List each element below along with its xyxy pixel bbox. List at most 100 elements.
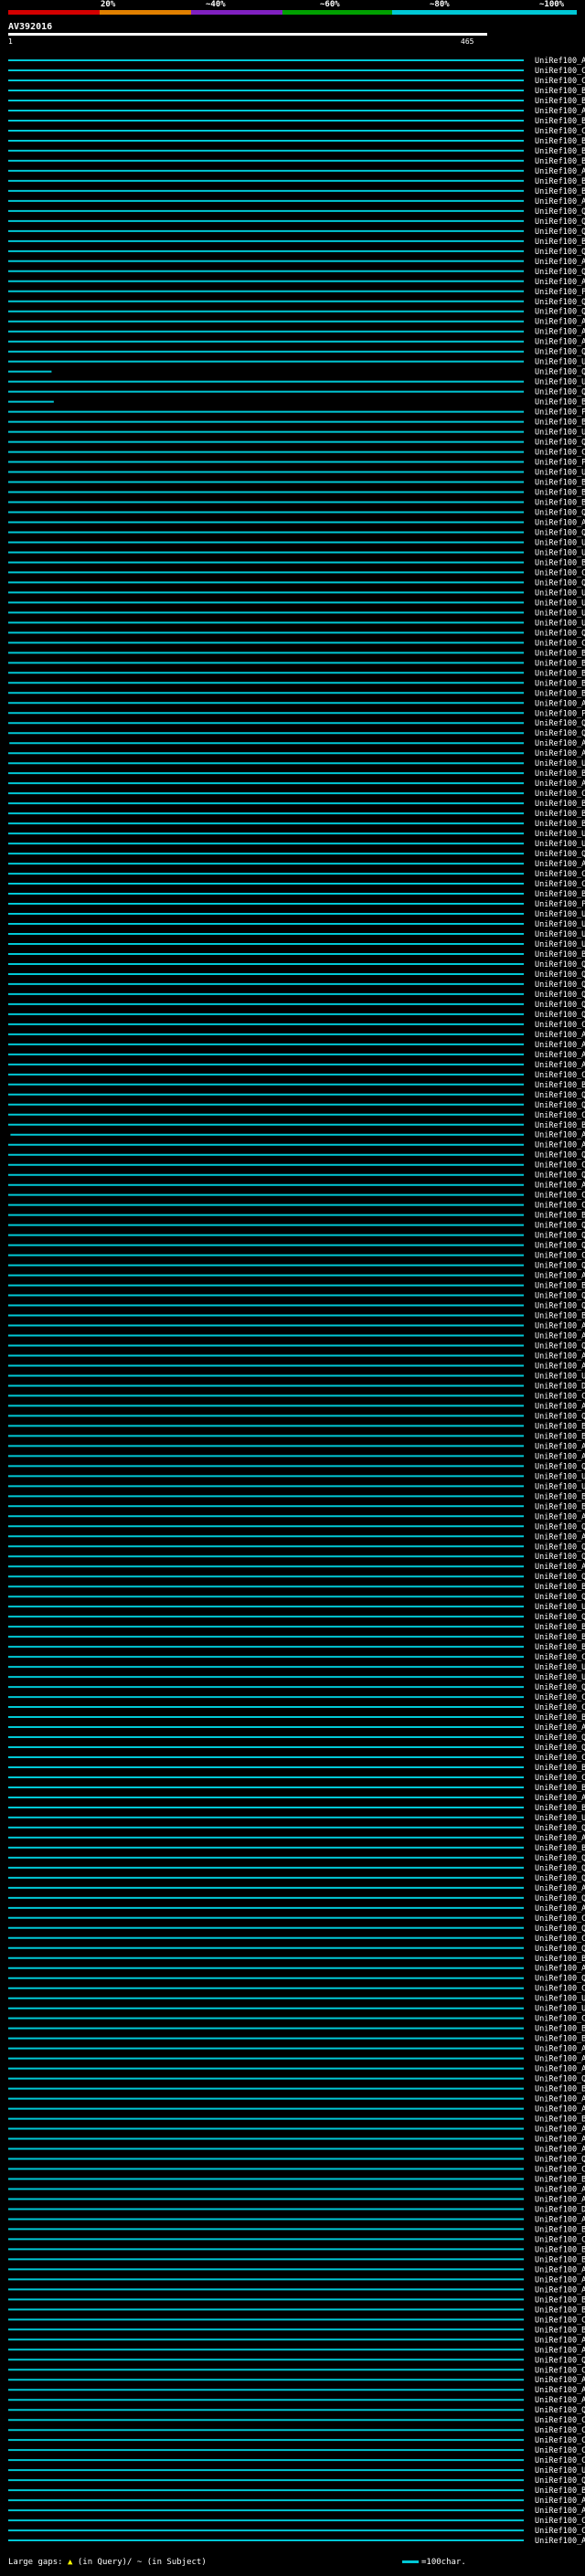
hit-label-105[interactable]: UniRef100_C5IFR3: [535, 1111, 585, 1120]
hit-label-185[interactable]: UniRef100_C9NV43: [535, 1914, 585, 1924]
hit-label-52[interactable]: UniRef100_Q2GJ41: [535, 578, 585, 588]
hit-label-112[interactable]: UniRef100_A7ZLY9: [535, 1182, 585, 1191]
hit-label-103[interactable]: UniRef100_Q4UL88: [535, 1091, 585, 1100]
hit-label-247[interactable]: UniRef100_A3DRU7: [535, 2537, 585, 2546]
hit-label-129[interactable]: UniRef100_A6DYV2: [535, 1352, 585, 1361]
hit-label-144[interactable]: UniRef100_B3S873: [535, 1502, 585, 1511]
hit-label-55[interactable]: UniRef100_UP1000...: [535, 609, 585, 618]
hit-label-183[interactable]: UniRef100_Q1VVP2: [535, 1894, 585, 1903]
hit-label-8[interactable]: UniRef100_B3R9L91: [535, 137, 585, 146]
hit-label-48[interactable]: UniRef100_UP1000...: [535, 538, 585, 547]
hit-label-133[interactable]: UniRef100_C3AWD2: [535, 1392, 585, 1401]
hit-label-128[interactable]: UniRef100_Q2S3Z1: [535, 1341, 585, 1351]
hit-label-17[interactable]: UniRef100_Q5ZCE8: [535, 228, 585, 237]
hit-label-97[interactable]: UniRef100_A9S6U1: [535, 1031, 585, 1040]
hit-label-137[interactable]: UniRef100_B0SNN1: [535, 1432, 585, 1441]
hit-label-182[interactable]: UniRef100_A2E5S7: [535, 1884, 585, 1893]
hit-label-46[interactable]: UniRef100_A6X044: [535, 518, 585, 527]
hit-label-228[interactable]: UniRef100_A1RIT4: [535, 2346, 585, 2355]
hit-label-3[interactable]: UniRef100_B9I427: [535, 87, 585, 96]
hit-label-28[interactable]: UniRef100_A9TPQ0: [535, 338, 585, 347]
hit-label-130[interactable]: UniRef100_A3WLJ6: [535, 1362, 585, 1371]
hit-label-181[interactable]: UniRef100_Q0VPF8: [535, 1874, 585, 1883]
hit-label-153[interactable]: UniRef100_Q6C4S9: [535, 1593, 585, 1602]
hit-label-139[interactable]: UniRef100_A6FLU1: [535, 1452, 585, 1461]
hit-label-165[interactable]: UniRef100_B5K330: [535, 1713, 585, 1723]
hit-label-134[interactable]: UniRef100_A6TIN1: [535, 1402, 585, 1411]
hit-label-232[interactable]: UniRef100_A1AZH6: [535, 2386, 585, 2395]
hit-label-76[interactable]: UniRef100_B3NFY4: [535, 820, 585, 829]
hit-label-72[interactable]: UniRef100_A6Y9B4: [535, 779, 585, 789]
hit-label-188[interactable]: UniRef100_Q1ZM64: [535, 1945, 585, 1954]
hit-label-19[interactable]: UniRef100_Q8GT09: [535, 248, 585, 257]
hit-label-44[interactable]: UniRef100_B8GYZ2: [535, 499, 585, 508]
hit-label-113[interactable]: UniRef100_C4KXK2: [535, 1192, 585, 1201]
hit-label-102[interactable]: UniRef100_B8CQ13: [535, 1081, 585, 1090]
hit-label-61[interactable]: UniRef100_B3RB05: [535, 669, 585, 678]
hit-label-84[interactable]: UniRef100_P13086: [535, 900, 585, 909]
hit-label-9[interactable]: UniRef100_B9R799: [535, 147, 585, 156]
hit-label-123[interactable]: UniRef100_Q9NUM5: [535, 1292, 585, 1301]
hit-label-117[interactable]: UniRef100_Q6DGX1: [535, 1232, 585, 1241]
hit-label-120[interactable]: UniRef100_Q4F1K8: [535, 1262, 585, 1271]
hit-label-108[interactable]: UniRef100_A9EIZ5: [535, 1141, 585, 1150]
hit-label-196[interactable]: UniRef100_B1ZD91: [535, 2025, 585, 2034]
hit-label-246[interactable]: UniRef100_C1M613: [535, 2527, 585, 2536]
hit-label-6[interactable]: UniRef100_B9RL90: [535, 117, 585, 126]
hit-label-94[interactable]: UniRef100_Q1HR33: [535, 1001, 585, 1010]
hit-label-42[interactable]: UniRef100_B7GXW7: [535, 479, 585, 488]
hit-label-98[interactable]: UniRef100_A3PN12: [535, 1041, 585, 1050]
hit-label-201[interactable]: UniRef100_Q1GL12: [535, 2075, 585, 2084]
hit-label-67[interactable]: UniRef100_Q5P584: [535, 729, 585, 738]
hit-label-87[interactable]: UniRef100_UP1000...: [535, 930, 585, 939]
hit-label-81[interactable]: UniRef100_C6Y4B6: [535, 870, 585, 879]
hit-label-189[interactable]: UniRef100_B0UEF2: [535, 1955, 585, 1964]
hit-label-119[interactable]: UniRef100_C0ZF82: [535, 1252, 585, 1261]
hit-label-211[interactable]: UniRef100_B8IJB6: [535, 2175, 585, 2184]
hit-label-106[interactable]: UniRef100_B4IZW2: [535, 1121, 585, 1130]
hit-label-21[interactable]: UniRef100_Q01852: [535, 268, 585, 277]
hit-label-1[interactable]: UniRef100_C1MGF7: [535, 67, 585, 76]
hit-label-229[interactable]: UniRef100_Q1CUZ9: [535, 2356, 585, 2365]
hit-label-198[interactable]: UniRef100_A8HU83: [535, 2045, 585, 2054]
hit-label-4[interactable]: UniRef100_B9H508: [535, 97, 585, 106]
hit-label-210[interactable]: UniRef100_C3STX7: [535, 2166, 585, 2175]
hit-label-2[interactable]: UniRef100_C1FF11: [535, 77, 585, 86]
hit-label-164[interactable]: UniRef100_C6NKD6: [535, 1703, 585, 1712]
hit-label-23[interactable]: UniRef100_P68209: [535, 288, 585, 297]
hit-label-30[interactable]: UniRef100_UP1000...: [535, 358, 585, 367]
hit-label-53[interactable]: UniRef100_UP1000...: [535, 588, 585, 598]
hit-label-27[interactable]: UniRef100_A9S9B1: [535, 328, 585, 337]
hit-label-156[interactable]: UniRef100_B8CQZ9: [535, 1623, 585, 1632]
hit-label-110[interactable]: UniRef100_C5DD83: [535, 1161, 585, 1171]
hit-label-138[interactable]: UniRef100_A1S511: [535, 1442, 585, 1451]
hit-label-22[interactable]: UniRef100_A4RVB5: [535, 278, 585, 287]
hit-label-107[interactable]: UniRef100_A6QYV8: [535, 1131, 585, 1140]
hit-label-238[interactable]: UniRef100_C2A3A3: [535, 2446, 585, 2455]
hit-label-92[interactable]: UniRef100_Q7P8V6: [535, 981, 585, 990]
hit-label-163[interactable]: UniRef100_C6DCD7: [535, 1693, 585, 1702]
hit-label-177[interactable]: UniRef100_A3QDH7: [535, 1834, 585, 1843]
hit-label-226[interactable]: UniRef100_B4C2K7: [535, 2326, 585, 2335]
hit-label-79[interactable]: UniRef100_Q5ZL83: [535, 850, 585, 859]
hit-label-77[interactable]: UniRef100_UP1000...: [535, 830, 585, 839]
hit-label-205[interactable]: UniRef100_B7KYX4: [535, 2115, 585, 2125]
hit-label-59[interactable]: UniRef100_B4LDG6: [535, 649, 585, 658]
hit-label-231[interactable]: UniRef100_A4YXI7: [535, 2376, 585, 2385]
hit-label-213[interactable]: UniRef100_A4SND1: [535, 2195, 585, 2204]
hit-label-60[interactable]: UniRef100_B4HTU6: [535, 659, 585, 668]
hit-label-148[interactable]: UniRef100_Q5FH55: [535, 1542, 585, 1552]
hit-label-150[interactable]: UniRef100_A0L1L3: [535, 1563, 585, 1572]
hit-label-11[interactable]: UniRef100_A7QEL5: [535, 167, 585, 176]
hit-label-241[interactable]: UniRef100_Q15UW5: [535, 2476, 585, 2486]
hit-label-158[interactable]: UniRef100_B8IFA7: [535, 1643, 585, 1652]
hit-label-242[interactable]: UniRef100_B5ZZD0: [535, 2486, 585, 2496]
hit-label-233[interactable]: UniRef100_A3KVV7: [535, 2396, 585, 2405]
hit-label-12[interactable]: UniRef100_B6TH57: [535, 177, 585, 186]
hit-label-65[interactable]: UniRef100_P52597: [535, 709, 585, 718]
hit-label-193[interactable]: UniRef100_UP1000...: [535, 1995, 585, 2004]
hit-label-200[interactable]: UniRef100_A3K3L4: [535, 2065, 585, 2074]
hit-label-155[interactable]: UniRef100_Q7JFW4: [535, 1613, 585, 1622]
hit-label-223[interactable]: UniRef100_B6GDB0: [535, 2295, 585, 2305]
hit-label-192[interactable]: UniRef100_C5LHF5: [535, 1985, 585, 1994]
